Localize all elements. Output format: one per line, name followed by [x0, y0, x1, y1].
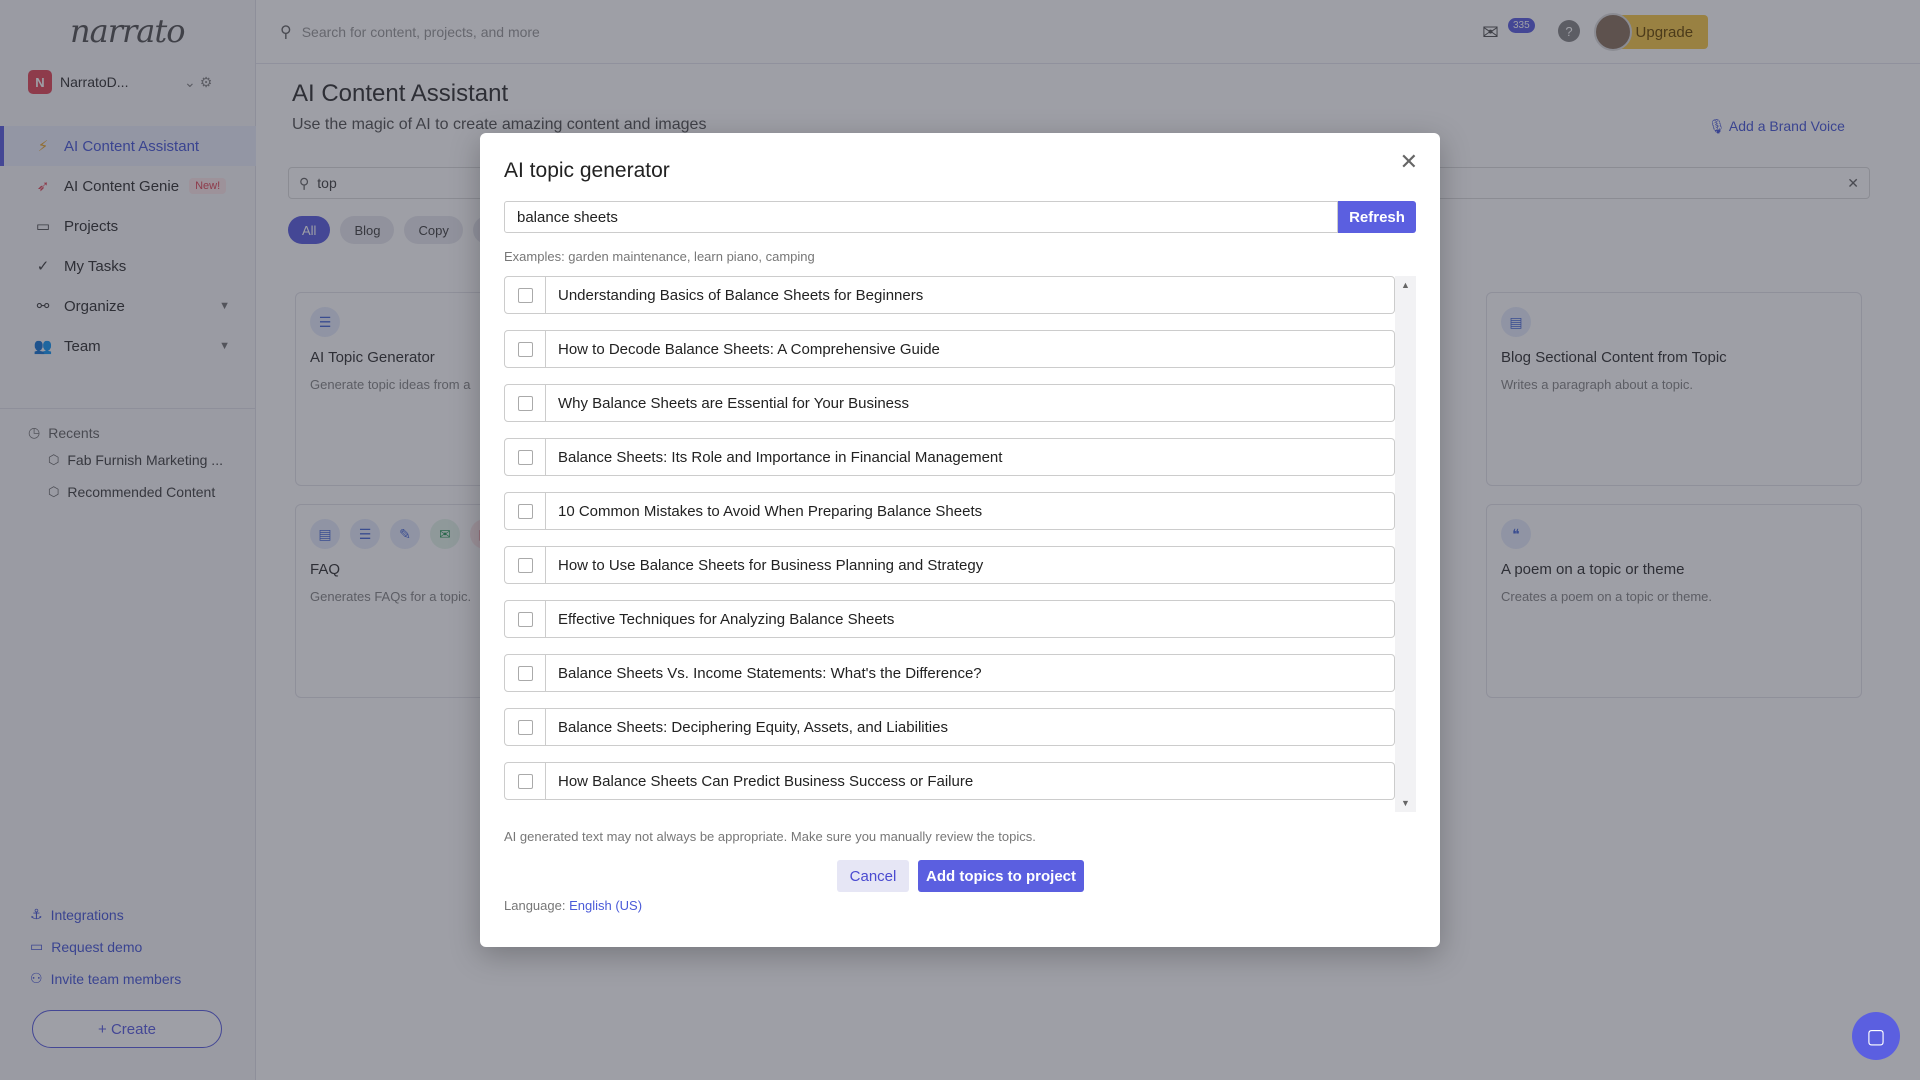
ai-topic-generator-modal: AI topic generator ✕ Refresh Examples: g…: [480, 133, 1440, 947]
topic-text: Balance Sheets Vs. Income Statements: Wh…: [546, 654, 1395, 692]
topic-checkbox[interactable]: [517, 449, 533, 465]
topic-keyword-input[interactable]: [504, 201, 1338, 233]
topic-checkbox[interactable]: [517, 395, 533, 411]
topic-text: Why Balance Sheets are Essential for You…: [546, 384, 1395, 422]
list-item[interactable]: 10 Common Mistakes to Avoid When Prepari…: [504, 492, 1395, 530]
list-item[interactable]: Balance Sheets Vs. Income Statements: Wh…: [504, 654, 1395, 692]
checkbox-cell: [504, 654, 546, 692]
topic-text: 10 Common Mistakes to Avoid When Prepari…: [546, 492, 1395, 530]
topic-text: Understanding Basics of Balance Sheets f…: [546, 276, 1395, 314]
topic-text: How Balance Sheets Can Predict Business …: [546, 762, 1395, 800]
language-setting: Language: English (US): [504, 898, 642, 913]
checkbox-cell: [504, 330, 546, 368]
topic-text: How to Decode Balance Sheets: A Comprehe…: [546, 330, 1395, 368]
add-topics-button[interactable]: Add topics to project: [918, 860, 1084, 892]
checkbox-cell: [504, 600, 546, 638]
scroll-down-icon[interactable]: ▼: [1401, 798, 1410, 808]
topic-checkbox[interactable]: [517, 665, 533, 681]
chat-support-button[interactable]: ▢: [1852, 1012, 1900, 1060]
list-item[interactable]: Understanding Basics of Balance Sheets f…: [504, 276, 1395, 314]
scroll-up-icon[interactable]: ▲: [1401, 280, 1410, 290]
examples-hint: Examples: garden maintenance, learn pian…: [504, 249, 815, 264]
topic-checkbox[interactable]: [517, 773, 533, 789]
topic-checkbox[interactable]: [517, 611, 533, 627]
list-item[interactable]: Effective Techniques for Analyzing Balan…: [504, 600, 1395, 638]
list-item[interactable]: How to Decode Balance Sheets: A Comprehe…: [504, 330, 1395, 368]
modal-title: AI topic generator: [504, 159, 670, 182]
topic-checkbox[interactable]: [517, 503, 533, 519]
list-item[interactable]: Balance Sheets: Its Role and Importance …: [504, 438, 1395, 476]
close-icon[interactable]: ✕: [1400, 149, 1418, 175]
topic-checkbox[interactable]: [517, 287, 533, 303]
ai-disclaimer: AI generated text may not always be appr…: [504, 829, 1036, 844]
checkbox-cell: [504, 546, 546, 584]
checkbox-cell: [504, 438, 546, 476]
topic-checkbox[interactable]: [517, 341, 533, 357]
list-item[interactable]: How Balance Sheets Can Predict Business …: [504, 762, 1395, 800]
topic-checkbox[interactable]: [517, 557, 533, 573]
language-link[interactable]: English (US): [569, 898, 642, 913]
checkbox-cell: [504, 384, 546, 422]
cancel-button[interactable]: Cancel: [837, 860, 909, 892]
list-item[interactable]: How to Use Balance Sheets for Business P…: [504, 546, 1395, 584]
refresh-button[interactable]: Refresh: [1338, 201, 1416, 233]
language-label: Language:: [504, 898, 566, 913]
list-item[interactable]: Why Balance Sheets are Essential for You…: [504, 384, 1395, 422]
checkbox-cell: [504, 762, 546, 800]
checkbox-cell: [504, 276, 546, 314]
checkbox-cell: [504, 492, 546, 530]
topic-text: How to Use Balance Sheets for Business P…: [546, 546, 1395, 584]
list-item[interactable]: Balance Sheets: Deciphering Equity, Asse…: [504, 708, 1395, 746]
topic-text: Effective Techniques for Analyzing Balan…: [546, 600, 1395, 638]
topic-text: Balance Sheets: Its Role and Importance …: [546, 438, 1395, 476]
checkbox-cell: [504, 708, 546, 746]
topic-list-scrollbar[interactable]: ▲ ▼: [1395, 276, 1416, 812]
topic-checkbox[interactable]: [517, 719, 533, 735]
topic-text: Balance Sheets: Deciphering Equity, Asse…: [546, 708, 1395, 746]
topic-list: Understanding Basics of Balance Sheets f…: [504, 276, 1416, 812]
chat-icon: ▢: [1866, 1025, 1886, 1048]
